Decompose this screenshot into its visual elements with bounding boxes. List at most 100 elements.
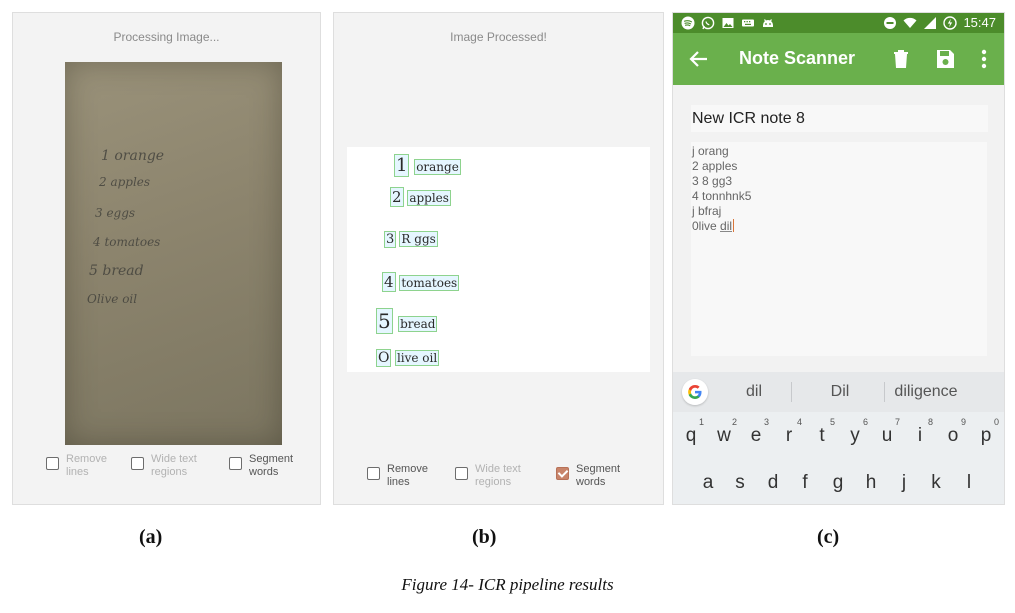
key-o[interactable]: o9 [938, 417, 968, 450]
back-arrow-icon[interactable] [687, 47, 711, 71]
segment-box: tomatoes [399, 275, 460, 291]
handwriting-line: 1 orange [101, 148, 165, 164]
note-line: j bfraj [692, 204, 722, 218]
key-t[interactable]: t5 [807, 417, 837, 450]
note-line-prefix: 0live [692, 219, 721, 233]
key-u[interactable]: u7 [872, 417, 902, 450]
composing-word: dil [720, 219, 733, 233]
segment-box: live oil [394, 350, 440, 366]
key-grid: q1 w2 e3 r4 t5 y6 u7 i8 o9 p0 a s d f g … [673, 412, 1004, 504]
key-g[interactable]: g [823, 469, 853, 497]
handwriting-line: 3 eggs [95, 206, 136, 220]
more-options-icon[interactable] [972, 47, 996, 71]
key-s[interactable]: s [725, 469, 755, 497]
segment-words-option[interactable]: Segment words [229, 453, 307, 479]
delete-icon[interactable] [889, 47, 913, 71]
segment-words-label: Segment words [249, 453, 294, 478]
segmented-line: 1 orange [393, 154, 461, 177]
key-a[interactable]: a [693, 469, 723, 497]
text-cursor [733, 219, 735, 232]
wide-text-regions-checkbox[interactable] [131, 457, 144, 470]
handwriting-line: 4 tomatoes [93, 235, 161, 249]
panel-b-caption: (b) [472, 526, 497, 548]
segmented-line: 4 tomatoes [382, 272, 460, 292]
suggestion-divider [791, 382, 792, 402]
wide-text-regions-label: Wide text regions [475, 463, 521, 488]
segment-box: 2 [390, 187, 404, 207]
key-d[interactable]: d [758, 469, 788, 497]
note-line: 0live dil [691, 219, 987, 234]
handwriting-line: Olive oil [87, 292, 138, 306]
key-l[interactable]: l [954, 469, 984, 497]
key-r[interactable]: r4 [774, 417, 804, 450]
segment-words-label: Segment words [576, 463, 621, 488]
key-h[interactable]: h [856, 469, 886, 497]
save-icon[interactable] [933, 47, 957, 71]
google-g-icon[interactable] [682, 379, 708, 405]
segmented-line: O live oil [375, 349, 440, 367]
note-title-field[interactable]: New ICR note 8 [691, 105, 988, 132]
segment-box: 3 [383, 231, 397, 248]
key-w[interactable]: w2 [709, 417, 739, 450]
panel-a-caption: (a) [139, 526, 163, 548]
remove-lines-label: Remove lines [66, 453, 107, 478]
segmented-line: 3 R ggs [383, 231, 438, 248]
segment-box: apples [407, 190, 451, 206]
processed-screen: Image Processed! 1 orange 2 apples 3 R g… [333, 12, 664, 505]
status-text: Image Processed! [450, 30, 547, 44]
android-status-bar: 15:47 [673, 13, 1004, 33]
note-body-field[interactable]: j orang 2 apples 3 8 gg3 4 tonnhnk5 j bf… [691, 142, 987, 356]
remove-lines-option[interactable]: Remove lines [46, 453, 124, 479]
segment-box: R ggs [399, 231, 438, 247]
note-line: 4 tonnhnk5 [692, 189, 752, 203]
suggestion-item[interactable]: dil [719, 372, 789, 412]
note-line: 3 8 gg3 [692, 174, 733, 188]
processing-options: Remove lines Wide text regions Segment w… [334, 463, 663, 503]
segment-box: 5 [376, 308, 393, 334]
suggestion-strip: dil Dil diligence [673, 372, 1004, 412]
notification-icons [681, 16, 775, 30]
do-not-disturb-icon [884, 16, 897, 29]
soft-keyboard: dil Dil diligence q1 w2 e3 r4 t5 y6 u7 i… [673, 372, 1004, 504]
remove-lines-label: Remove lines [387, 463, 428, 488]
key-e[interactable]: e3 [741, 417, 771, 450]
segment-box: bread [398, 316, 438, 332]
remove-lines-option[interactable]: Remove lines [367, 463, 445, 489]
key-i[interactable]: i8 [905, 417, 935, 450]
segment-box: orange [414, 159, 461, 175]
wide-text-regions-option[interactable]: Wide text regions [131, 453, 209, 479]
spotify-icon [681, 16, 695, 30]
status-text: Processing Image... [113, 30, 220, 44]
suggestion-item[interactable]: diligence [887, 372, 965, 412]
handwritten-note-photo: 1 orange 2 apples 3 eggs 4 tomatoes 5 br… [65, 62, 282, 445]
whatsapp-icon [701, 16, 715, 30]
remove-lines-checkbox[interactable] [46, 457, 59, 470]
segment-box: 1 [393, 154, 410, 177]
segment-box: 4 [382, 272, 396, 292]
wide-text-regions-option[interactable]: Wide text regions [455, 463, 533, 489]
processing-screen: Processing Image... 1 orange 2 apples 3 … [12, 12, 321, 505]
key-p[interactable]: p0 [971, 417, 1001, 450]
segment-words-checkbox[interactable] [229, 457, 242, 470]
segmented-line: 2 apples [390, 187, 451, 207]
remove-lines-checkbox[interactable] [367, 467, 380, 480]
android-icon [763, 19, 773, 27]
app-toolbar: Note Scanner [673, 33, 1004, 85]
suggestion-divider [884, 382, 885, 402]
note-line: 2 apples [692, 159, 738, 173]
key-k[interactable]: k [921, 469, 951, 497]
segment-words-option[interactable]: Segment words [556, 463, 634, 489]
handwriting-line: 5 bread [89, 263, 144, 279]
key-y[interactable]: y6 [840, 417, 870, 450]
key-f[interactable]: f [790, 469, 820, 497]
wide-text-regions-label: Wide text regions [151, 453, 197, 478]
suggestion-item[interactable]: Dil [800, 372, 880, 412]
segmented-line: 5 bread [376, 308, 438, 334]
wide-text-regions-checkbox[interactable] [455, 467, 468, 480]
image-icon [722, 18, 734, 28]
wifi-icon [903, 17, 917, 28]
segment-words-checkbox[interactable] [556, 467, 569, 480]
key-j[interactable]: j [889, 469, 919, 497]
key-q[interactable]: q1 [676, 417, 706, 450]
clock: 15:47 [963, 15, 996, 30]
